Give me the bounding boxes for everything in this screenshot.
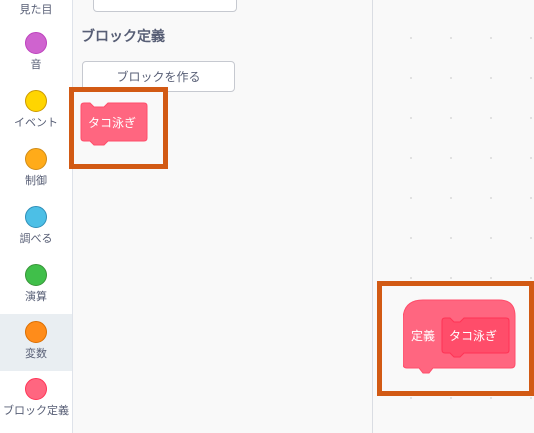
category-control[interactable]: 制御 (0, 148, 72, 187)
category-menu: 見た目 音 イベント 制御 調べる 演算 変数 ブロック定義 (0, 0, 73, 433)
make-a-block-button[interactable]: ブロックを作る (82, 61, 235, 92)
category-sound-label: 音 (30, 58, 42, 71)
category-my-blocks[interactable]: ブロック定義 (0, 378, 72, 417)
category-sound[interactable]: 音 (0, 32, 72, 71)
category-variables-dot-icon (25, 321, 47, 343)
script-workspace[interactable]: 定義 タコ泳ぎ (373, 0, 534, 433)
category-variables-label: 変数 (25, 347, 47, 360)
category-control-dot-icon (25, 148, 47, 170)
category-sensing[interactable]: 調べる (0, 206, 72, 245)
category-control-label: 制御 (25, 174, 47, 187)
category-events-dot-icon (25, 90, 47, 112)
category-looks-label: 見た目 (19, 3, 53, 16)
category-sensing-dot-icon (25, 206, 47, 228)
category-events[interactable]: イベント (0, 90, 72, 129)
category-variables[interactable]: 変数 (0, 314, 72, 371)
category-sound-dot-icon (25, 32, 47, 54)
define-label: 定義 (411, 328, 435, 343)
category-my-blocks-label: ブロック定義 (3, 404, 69, 417)
category-my-blocks-dot-icon (25, 378, 47, 400)
block-flyout: ブロック定義 ブロックを作る タコ泳ぎ (73, 0, 373, 433)
category-operators-dot-icon (25, 264, 47, 286)
category-operators-label: 演算 (25, 290, 47, 303)
category-looks[interactable]: 見た目 (0, 0, 72, 16)
my-blocks-section-title: ブロック定義 (81, 29, 165, 45)
define-prototype-label: タコ泳ぎ (449, 329, 497, 343)
category-operators[interactable]: 演算 (0, 264, 72, 303)
custom-block[interactable]: タコ泳ぎ (80, 100, 160, 148)
category-sensing-label: 調べる (19, 232, 53, 245)
category-events-label: イベント (14, 116, 58, 129)
variables-button-stub[interactable] (93, 0, 237, 12)
custom-block-label: タコ泳ぎ (88, 116, 136, 130)
define-block[interactable]: 定義 タコ泳ぎ (403, 298, 519, 378)
